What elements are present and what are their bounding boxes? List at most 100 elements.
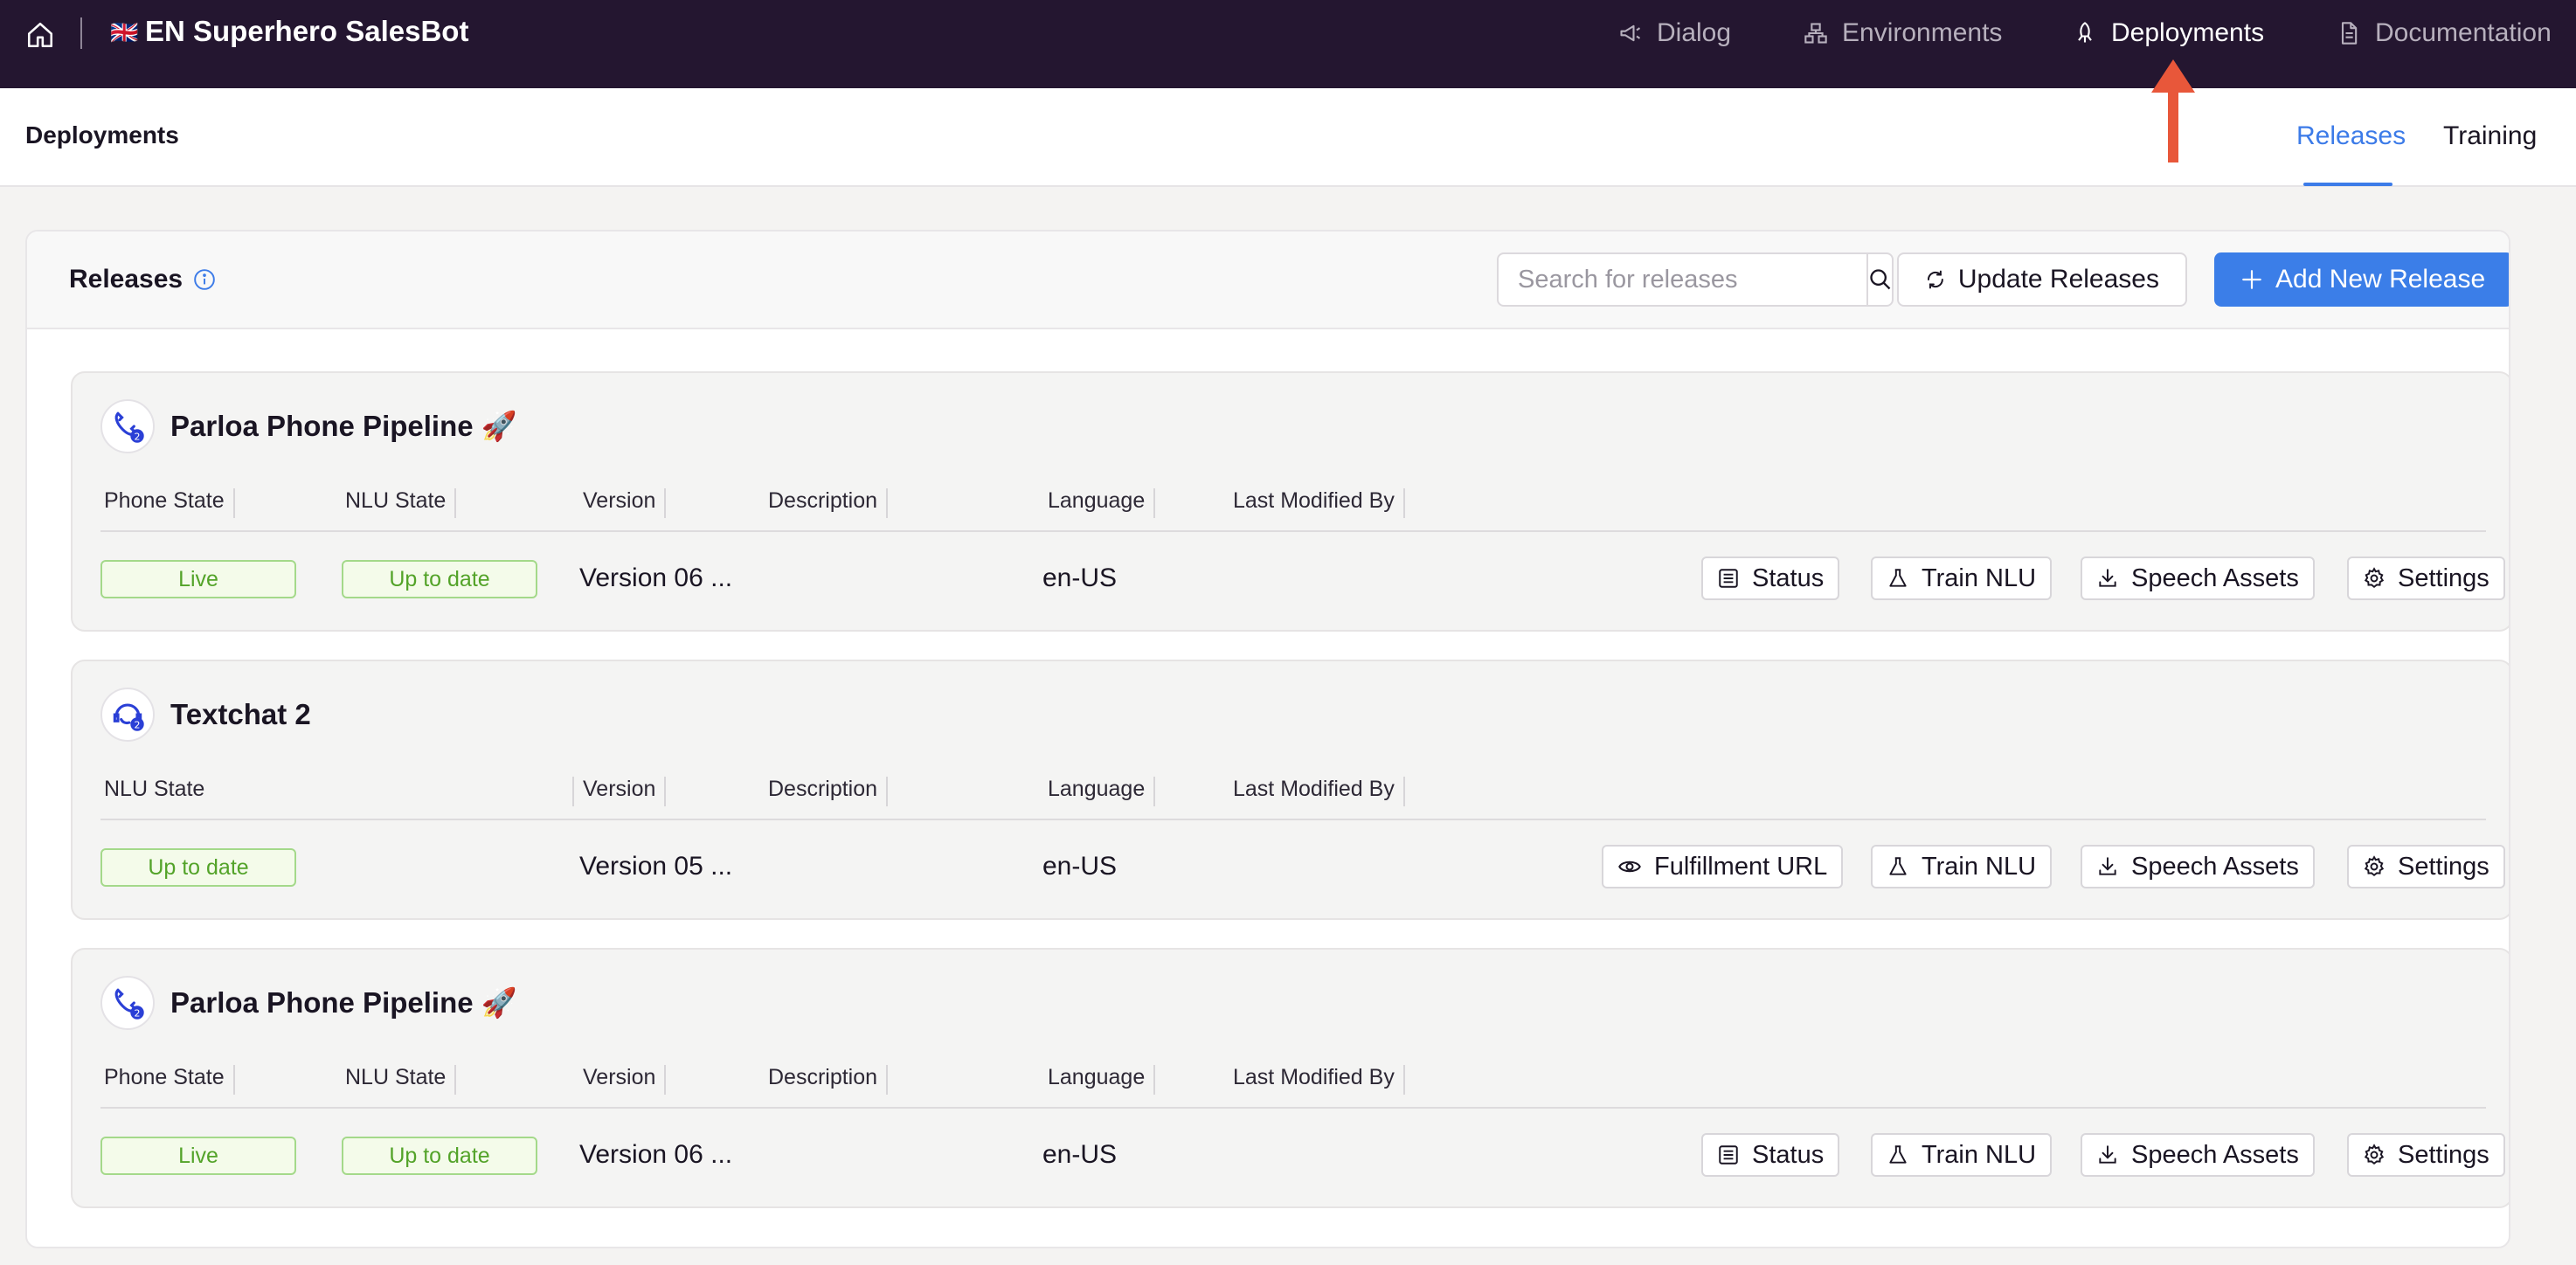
nav-deployments[interactable]: Deployments bbox=[2073, 14, 2264, 52]
download-icon bbox=[2099, 1145, 2116, 1164]
column-phone-state: Phone State bbox=[99, 488, 235, 518]
column-nlu-state: NLU State bbox=[99, 777, 574, 806]
column-nlu-state: NLU State bbox=[340, 488, 457, 518]
add-new-release-button[interactable]: Add New Release bbox=[2214, 252, 2509, 307]
refresh-icon bbox=[1927, 270, 1943, 289]
column-description: Description bbox=[763, 488, 889, 518]
release-item: 2 Parloa Phone Pipeline 🚀 Phone State NL… bbox=[71, 371, 2509, 632]
search-input[interactable] bbox=[1499, 254, 1866, 305]
version-value: Version 06 ... bbox=[579, 563, 733, 592]
column-language: Language bbox=[1042, 1065, 1156, 1095]
column-version: Version bbox=[578, 488, 667, 518]
column-phone-state: Phone State bbox=[99, 1065, 235, 1095]
rocket-icon bbox=[2078, 22, 2092, 43]
network-icon bbox=[1804, 23, 1827, 44]
speech-assets-label: Speech Assets bbox=[2131, 1140, 2299, 1169]
home-icon[interactable] bbox=[23, 17, 58, 52]
plus-icon bbox=[2242, 270, 2261, 289]
speech-assets-label: Speech Assets bbox=[2131, 852, 2299, 881]
download-icon bbox=[2099, 857, 2116, 875]
phone-state-badge: Live bbox=[100, 560, 296, 598]
flask-icon bbox=[1889, 1145, 1907, 1164]
status-button[interactable]: Status bbox=[1701, 556, 1840, 600]
releases-title: Releases bbox=[69, 265, 216, 294]
status-button[interactable]: Status bbox=[1701, 1133, 1840, 1177]
divider bbox=[100, 530, 2486, 532]
annotation-arrow-icon bbox=[2151, 59, 2195, 162]
flask-icon bbox=[1889, 569, 1907, 587]
release-name[interactable]: Parloa Phone Pipeline 🚀 bbox=[170, 410, 517, 444]
app-title[interactable]: EN Superhero SalesBot bbox=[145, 15, 468, 48]
add-new-release-label: Add New Release bbox=[2275, 265, 2486, 294]
release-item: 2 Textchat 2 NLU State Version Descripti… bbox=[71, 660, 2509, 920]
svg-text:2: 2 bbox=[135, 431, 141, 442]
train-nlu-label: Train NLU bbox=[1922, 563, 2037, 592]
gear-icon bbox=[2364, 567, 2385, 588]
list-icon bbox=[1719, 569, 1738, 588]
column-last-modified-by: Last Modified By bbox=[1228, 777, 1405, 806]
column-description: Description bbox=[763, 1065, 889, 1095]
speech-assets-button[interactable]: Speech Assets bbox=[2081, 1133, 2315, 1177]
settings-button[interactable]: Settings bbox=[2347, 1133, 2505, 1177]
train-nlu-button[interactable]: Train NLU bbox=[1871, 845, 2053, 888]
version-value: Version 05 ... bbox=[579, 852, 733, 881]
language-value: en-US bbox=[1042, 1140, 1118, 1169]
column-version: Version bbox=[578, 777, 667, 806]
nlu-state-badge: Up to date bbox=[342, 560, 537, 598]
column-language: Language bbox=[1042, 777, 1156, 806]
speech-assets-label: Speech Assets bbox=[2131, 563, 2299, 592]
release-name[interactable]: Textchat 2 bbox=[170, 698, 311, 731]
train-nlu-button[interactable]: Train NLU bbox=[1871, 1133, 2053, 1177]
fulfillment-url-label: Fulfillment URL bbox=[1654, 852, 1828, 881]
phone-pipeline-icon: 2 bbox=[100, 399, 155, 453]
nav-environments[interactable]: Environments bbox=[1804, 14, 2002, 52]
column-last-modified-by: Last Modified By bbox=[1228, 1065, 1405, 1095]
releases-card-header: Releases Update Releases Add New Release bbox=[27, 232, 2509, 329]
nav-documentation[interactable]: Documentation bbox=[2337, 14, 2552, 52]
page-title: Deployments bbox=[25, 121, 179, 149]
update-releases-label: Update Releases bbox=[1957, 265, 2159, 294]
language-value: en-US bbox=[1042, 852, 1118, 881]
info-icon[interactable] bbox=[193, 268, 216, 291]
download-icon bbox=[2099, 569, 2116, 587]
version-value: Version 06 ... bbox=[579, 1140, 733, 1169]
train-nlu-label: Train NLU bbox=[1922, 852, 2037, 881]
flag-icon: 🇬🇧 bbox=[110, 19, 139, 45]
column-last-modified-by: Last Modified By bbox=[1228, 488, 1405, 518]
svg-text:2: 2 bbox=[135, 1007, 141, 1019]
settings-label: Settings bbox=[2398, 563, 2489, 592]
svg-text:2: 2 bbox=[135, 719, 141, 730]
divider bbox=[80, 17, 82, 49]
megaphone-icon bbox=[1620, 24, 1641, 42]
settings-button[interactable]: Settings bbox=[2347, 845, 2505, 888]
phone-pipeline-icon: 2 bbox=[100, 976, 155, 1030]
nav-dialog[interactable]: Dialog bbox=[1618, 14, 1731, 52]
speech-assets-button[interactable]: Speech Assets bbox=[2081, 556, 2315, 600]
column-version: Version bbox=[578, 1065, 667, 1095]
status-label: Status bbox=[1752, 563, 1825, 592]
nav-deployments-label: Deployments bbox=[2111, 18, 2265, 47]
column-description: Description bbox=[763, 777, 889, 806]
column-nlu-state: NLU State bbox=[340, 1065, 457, 1095]
gear-icon bbox=[2364, 1144, 2385, 1165]
releases-card: Releases Update Releases Add New Release… bbox=[25, 230, 2510, 1248]
divider bbox=[100, 1107, 2486, 1109]
nav-dialog-label: Dialog bbox=[1657, 18, 1732, 47]
speech-assets-button[interactable]: Speech Assets bbox=[2081, 845, 2315, 888]
phone-state-badge: Live bbox=[100, 1137, 296, 1175]
tab-releases[interactable]: Releases bbox=[2296, 121, 2406, 151]
gear-icon bbox=[2364, 855, 2385, 876]
flask-icon bbox=[1889, 857, 1907, 875]
fulfillment-url-button[interactable]: Fulfillment URL bbox=[1602, 845, 1844, 888]
tab-training[interactable]: Training bbox=[2443, 121, 2537, 151]
train-nlu-button[interactable]: Train NLU bbox=[1871, 556, 2053, 600]
nav-documentation-label: Documentation bbox=[2375, 18, 2552, 47]
update-releases-button[interactable]: Update Releases bbox=[1897, 252, 2187, 307]
settings-button[interactable]: Settings bbox=[2347, 556, 2505, 600]
nlu-state-badge: Up to date bbox=[342, 1137, 537, 1175]
chat-bot-icon: 2 bbox=[100, 688, 155, 742]
release-name[interactable]: Parloa Phone Pipeline 🚀 bbox=[170, 986, 517, 1020]
search-button[interactable] bbox=[1866, 254, 1893, 305]
nav-environments-label: Environments bbox=[1842, 18, 2003, 47]
release-item: 2 Parloa Phone Pipeline 🚀 Phone State NL… bbox=[71, 948, 2509, 1208]
